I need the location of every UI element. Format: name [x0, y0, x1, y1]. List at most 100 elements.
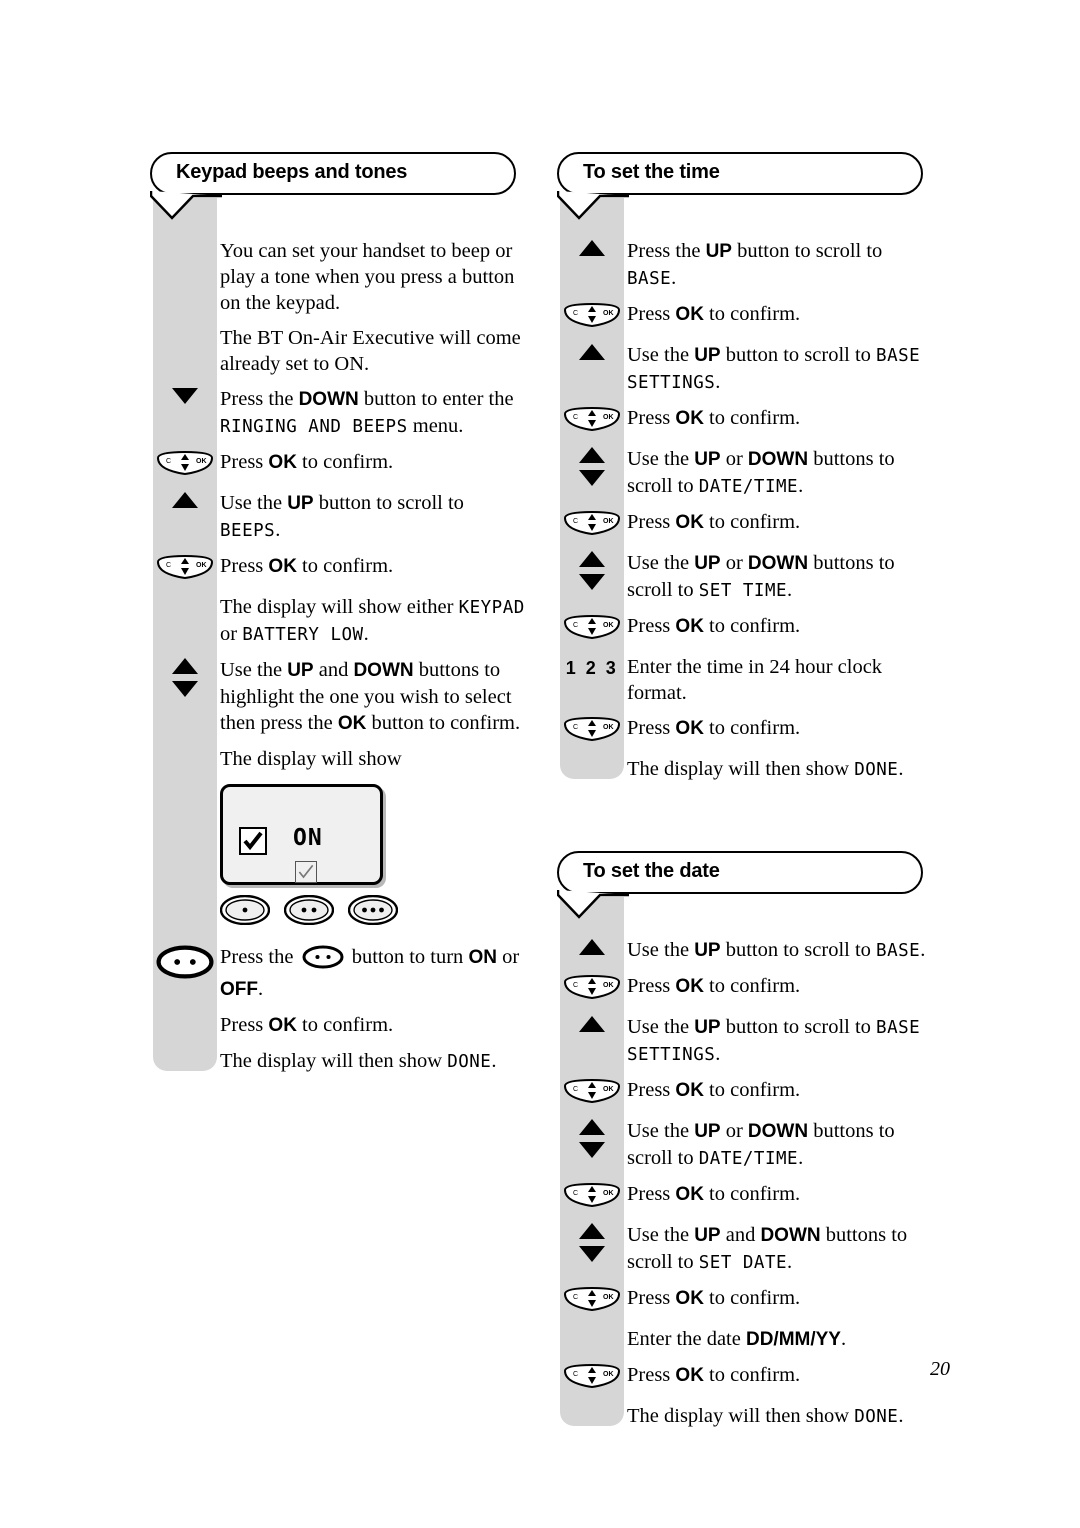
instruction-step: Press the DOWN button to enter the RINGI…	[150, 386, 525, 440]
down-arrow-icon	[171, 680, 199, 703]
step-icon-gutter	[150, 594, 220, 595]
svg-text:C: C	[573, 414, 578, 421]
down-arrow-icon	[578, 573, 606, 596]
step-icon-gutter: C OK	[557, 1077, 627, 1109]
display-text: BASE SETTINGS	[627, 1018, 921, 1065]
instruction-step: C OK Press OK to confirm.	[557, 715, 932, 747]
svg-text:OK: OK	[603, 622, 614, 629]
emphasis-keyword: UP	[694, 345, 721, 366]
svg-text:C: C	[573, 622, 578, 629]
emphasis-keyword: OK	[675, 304, 704, 325]
up-arrow-icon	[578, 239, 606, 262]
instruction-step: C OK Press OK to confirm.	[150, 449, 525, 481]
softkey-3-dot-button[interactable]	[347, 894, 399, 929]
checkbox-unselected-icon[interactable]	[295, 861, 317, 883]
step-text: Press OK to confirm.	[627, 717, 801, 739]
display-text: DONE	[447, 1052, 492, 1072]
svg-text:C: C	[573, 1086, 578, 1093]
softkey-two-dots[interactable]	[283, 894, 335, 930]
step-text: Use the UP button to scroll to BASE SETT…	[627, 344, 921, 393]
instruction-step: You can set your handset to beep or play…	[150, 238, 525, 316]
emphasis-keyword: OK	[675, 718, 704, 739]
step-text: Press OK to confirm.	[220, 451, 394, 473]
step-icon-gutter: C OK	[557, 509, 627, 541]
step-text: Use the UP or DOWN buttons to scroll to …	[627, 1120, 895, 1169]
step-text: Use the UP or DOWN buttons to scroll to …	[627, 552, 895, 601]
step-text: Press OK to confirm.	[220, 1014, 394, 1036]
display-text: DATE/TIME	[698, 1149, 799, 1169]
instruction-step: C OK Press OK to confirm.	[557, 1362, 932, 1394]
emphasis-keyword: OK	[675, 1288, 704, 1309]
display-text: DONE	[854, 1407, 899, 1427]
up-arrow-icon	[578, 1222, 606, 1245]
instruction-step: The display will then show DONE.	[557, 756, 932, 783]
svg-text:C: C	[166, 562, 171, 569]
display-text: KEYPAD	[458, 598, 525, 618]
instruction-step: Press the UP button to scroll to BASE.	[557, 238, 932, 292]
instruction-step: C OK Press OK to confirm.	[557, 405, 932, 437]
instruction-step: The display will then show DONE.	[557, 1403, 932, 1430]
instruction-step: Use the UP and DOWN buttons to scroll to…	[557, 1222, 932, 1276]
softkey-one-dot[interactable]	[219, 894, 271, 930]
ok-navigation-button-icon: C OK	[563, 1182, 621, 1213]
step-text: Enter the date DD/MM/YY.	[627, 1328, 847, 1350]
softkey-three-dots[interactable]	[347, 894, 399, 930]
instruction-step: Use the UP button to scroll to BASE.	[557, 937, 932, 964]
instruction-step: Use the UP and DOWN buttons to highlight…	[150, 657, 525, 737]
ok-navigation-button-icon: C OK	[156, 450, 214, 481]
step-text: Use the UP and DOWN buttons to highlight…	[220, 659, 521, 734]
up-arrow-icon	[578, 1118, 606, 1141]
instruction-step: Use the UP or DOWN buttons to scroll to …	[557, 446, 932, 500]
step-icon-gutter: 1 2 3	[557, 654, 627, 679]
step-icon-gutter	[557, 446, 627, 492]
keypad-123-icon: 1 2 3	[565, 658, 619, 678]
handset-display-illustration: ON	[219, 784, 525, 930]
up-arrow-icon	[578, 938, 606, 961]
emphasis-keyword: UP	[694, 449, 721, 470]
two-dot-button-icon[interactable]	[156, 945, 214, 984]
step-text: The display will show	[220, 748, 402, 770]
instruction-step: C OK Press OK to confirm.	[557, 1181, 932, 1213]
instruction-step: C OK Press OK to confirm.	[557, 1285, 932, 1317]
softkey-2-dot-button[interactable]	[283, 894, 335, 929]
checkbox-selected-icon[interactable]	[239, 827, 267, 855]
svg-text:C: C	[573, 310, 578, 317]
emphasis-keyword: OK	[268, 556, 297, 577]
step-text: The display will then show DONE.	[220, 1050, 497, 1072]
instruction-step: The display will then show DONE.	[150, 1048, 525, 1075]
emphasis-keyword: OFF	[220, 979, 258, 1000]
emphasis-keyword: OK	[675, 1080, 704, 1101]
ok-navigation-button-icon: C OK	[563, 302, 621, 333]
instruction-step: C OK Press OK to confirm.	[557, 613, 932, 645]
step-icon-gutter: C OK	[150, 553, 220, 585]
step-icon-gutter	[150, 386, 220, 410]
step-icon-gutter: C OK	[557, 1285, 627, 1317]
step-text: You can set your handset to beep or play…	[220, 240, 515, 314]
section-keypad-beeps: Keypad beeps and tones You can set your h…	[149, 152, 525, 1075]
step-icon-gutter	[557, 1118, 627, 1164]
step-text: Press OK to confirm.	[627, 407, 801, 429]
step-icon-gutter	[150, 657, 220, 703]
section-title: To set the time	[583, 161, 720, 183]
step-icon-gutter: C OK	[150, 449, 220, 481]
svg-text:C: C	[573, 518, 578, 525]
instruction-step: C OK Press OK to confirm.	[557, 973, 932, 1005]
svg-text:OK: OK	[603, 310, 614, 317]
svg-text:C: C	[573, 1371, 578, 1378]
step-icon-gutter	[557, 550, 627, 596]
svg-text:OK: OK	[603, 1294, 614, 1301]
ok-navigation-button-icon: C OK	[563, 716, 621, 747]
instruction-step: Use the UP or DOWN buttons to scroll to …	[557, 550, 932, 604]
step-text: Press OK to confirm.	[220, 555, 394, 577]
softkey-1-dot-button[interactable]	[219, 894, 271, 929]
two-dot-button-inline-icon[interactable]	[302, 945, 344, 976]
step-icon-gutter	[150, 1048, 220, 1049]
ok-navigation-button-icon: C OK	[563, 510, 621, 541]
display-text: SET TIME	[698, 581, 788, 601]
section-set-the-time: To set the time Press the UP button to sc…	[556, 152, 932, 783]
emphasis-keyword: DOWN	[760, 1225, 821, 1246]
emphasis-keyword: DOWN	[747, 449, 809, 470]
ok-navigation-button-icon: C OK	[156, 554, 214, 585]
instruction-step: The BT On-Air Executive will come alread…	[150, 325, 525, 377]
step-text: Press OK to confirm.	[627, 615, 801, 637]
